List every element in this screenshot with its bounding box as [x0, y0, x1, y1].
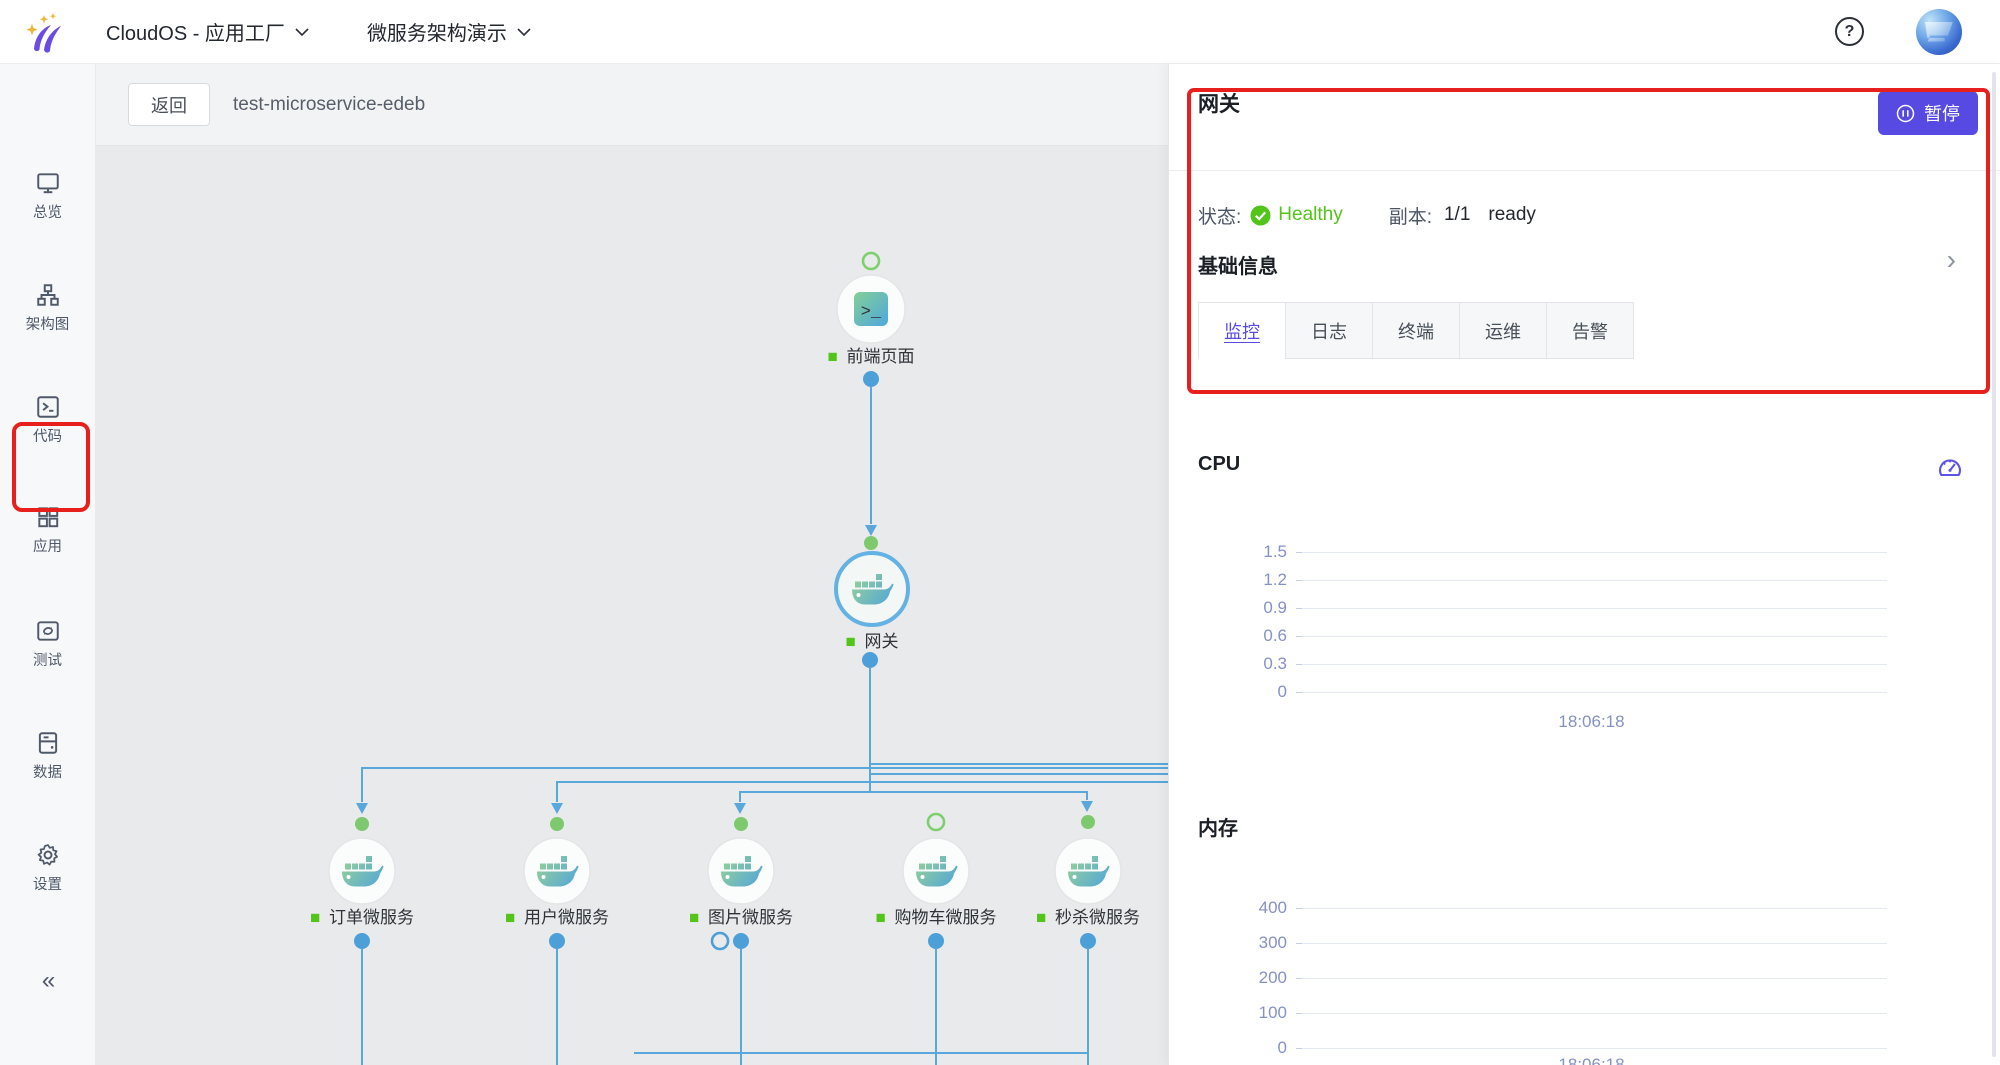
app-title: CloudOS - 应用工厂 [106, 17, 285, 46]
user-avatar[interactable] [1916, 9, 1962, 55]
memory-x-tick: 18:06:18 [1296, 1055, 1887, 1065]
app-switcher[interactable]: CloudOS - 应用工厂 [106, 17, 309, 46]
svg-text:■ 秒杀微服务: ■ 秒杀微服务 [1036, 908, 1140, 927]
chevron-right-icon[interactable]: › [1947, 244, 1956, 276]
back-button[interactable]: 返回 [128, 83, 210, 126]
svg-text:■ 购物车微服务: ■ 购物车微服务 [875, 908, 996, 927]
test-icon [35, 618, 61, 644]
tab-terminal[interactable]: 终端 [1372, 302, 1460, 359]
sidebar-collapse-icon[interactable]: « [0, 967, 95, 995]
svg-text:■ 订单微服务: ■ 订单微服务 [310, 908, 414, 927]
node-cart-service[interactable]: ■ 购物车微服务 [875, 838, 996, 927]
sidebar-item-code[interactable]: 代码 [0, 394, 95, 446]
panel-scrollbar[interactable] [1992, 72, 1996, 1057]
status-square-icon: ■ [875, 908, 885, 927]
architecture-canvas[interactable]: >_ ■ 前端页面 ■ 网关 ■ 订单微服务 ■ 用户微服务 [96, 146, 1168, 1065]
pause-circle-icon [1896, 104, 1915, 123]
divider [1169, 170, 2000, 171]
sidebar: 总览 架构图 代码 应用 [0, 64, 96, 1065]
app-header: CloudOS - 应用工厂 微服务架构演示 ? [0, 0, 2000, 64]
basic-info-toggle[interactable]: 基础信息 [1198, 250, 1278, 279]
node-label: 秒杀微服务 [1055, 908, 1140, 927]
detail-panel: 网关 暂停 状态: Healthy 副本: 1/1 ready 基础信息 › 监… [1168, 64, 2000, 1065]
microservice-diagram: >_ ■ 前端页面 ■ 网关 ■ 订单微服务 ■ 用户微服务 [96, 146, 1168, 1065]
sidebar-item-apps[interactable]: 应用 [0, 504, 95, 556]
status-square-icon: ■ [310, 908, 320, 927]
node-seckill-service[interactable]: ■ 秒杀微服务 [1036, 838, 1140, 927]
svg-text:■ 网关: ■ 网关 [845, 632, 898, 651]
replicas-value: 1/1 [1444, 204, 1470, 226]
cloudos-logo-icon [20, 9, 66, 55]
sidebar-item-architecture[interactable]: 架构图 [0, 282, 95, 334]
sidebar-item-data[interactable]: 数据 [0, 730, 95, 782]
project-switcher[interactable]: 微服务架构演示 [367, 17, 531, 46]
tab-ops[interactable]: 运维 [1459, 302, 1547, 359]
sidebar-item-settings[interactable]: 设置 [0, 842, 95, 894]
replicas-label: 副本: [1389, 202, 1432, 229]
node-order-service[interactable]: ■ 订单微服务 [310, 838, 414, 927]
node-label: 订单微服务 [329, 908, 414, 927]
node-label: 图片微服务 [708, 908, 793, 927]
tab-monitoring[interactable]: 监控 [1198, 302, 1286, 359]
status-value: Healthy [1278, 204, 1342, 226]
tab-logs[interactable]: 日志 [1285, 302, 1373, 359]
architecture-icon [35, 282, 61, 308]
sidebar-item-overview[interactable]: 总览 [0, 170, 95, 222]
pause-button[interactable]: 暂停 [1878, 91, 1978, 135]
chevron-down-icon [295, 27, 309, 37]
panel-tabs: 监控 日志 终端 运维 告警 [1198, 302, 1634, 359]
status-square-icon: ■ [1036, 908, 1046, 927]
node-frontend[interactable]: >_ ■ 前端页面 [827, 275, 914, 366]
status-square-icon: ■ [505, 908, 515, 927]
replicas-state: ready [1488, 204, 1536, 226]
gauge-icon[interactable] [1936, 454, 1964, 482]
svg-text:■ 图片微服务: ■ 图片微服务 [689, 908, 793, 927]
page-toolbar: 返回 test-microservice-edeb [96, 64, 1168, 146]
svg-text:■ 用户微服务: ■ 用户微服务 [505, 908, 609, 927]
help-icon[interactable]: ? [1835, 17, 1864, 46]
node-image-service[interactable]: ■ 图片微服务 [689, 838, 793, 927]
node-label: 购物车微服务 [895, 908, 997, 927]
chevron-down-icon [517, 27, 531, 37]
cpu-x-tick: 18:06:18 [1296, 712, 1887, 732]
node-label: 用户微服务 [524, 908, 609, 927]
healthy-check-icon [1250, 205, 1271, 226]
status-square-icon: ■ [689, 908, 699, 927]
node-gateway[interactable]: ■ 网关 [836, 553, 908, 651]
code-icon [35, 394, 61, 420]
status-square-icon: ■ [845, 632, 855, 651]
svg-text:■ 前端页面: ■ 前端页面 [827, 347, 914, 366]
status-row: 状态: Healthy 副本: 1/1 ready [1198, 200, 1536, 230]
gear-icon [35, 842, 61, 868]
node-label: 网关 [865, 632, 899, 651]
cpu-chart-title: CPU [1198, 453, 1240, 476]
monitor-icon [35, 170, 61, 196]
sidebar-item-test[interactable]: 测试 [0, 618, 95, 670]
database-icon [35, 730, 61, 756]
status-label: 状态: [1198, 202, 1241, 229]
tab-alerts[interactable]: 告警 [1546, 302, 1634, 359]
diagram-edges [356, 387, 1168, 1065]
app-grid-icon [35, 504, 61, 530]
project-name: 微服务架构演示 [367, 17, 507, 46]
node-user-service[interactable]: ■ 用户微服务 [505, 838, 609, 927]
status-square-icon: ■ [827, 347, 837, 366]
page-title: test-microservice-edeb [233, 94, 425, 116]
panel-title: 网关 [1198, 88, 1240, 118]
node-label: 前端页面 [847, 347, 915, 366]
terminal-icon: >_ [861, 303, 882, 322]
memory-chart-title: 内存 [1198, 812, 1238, 841]
